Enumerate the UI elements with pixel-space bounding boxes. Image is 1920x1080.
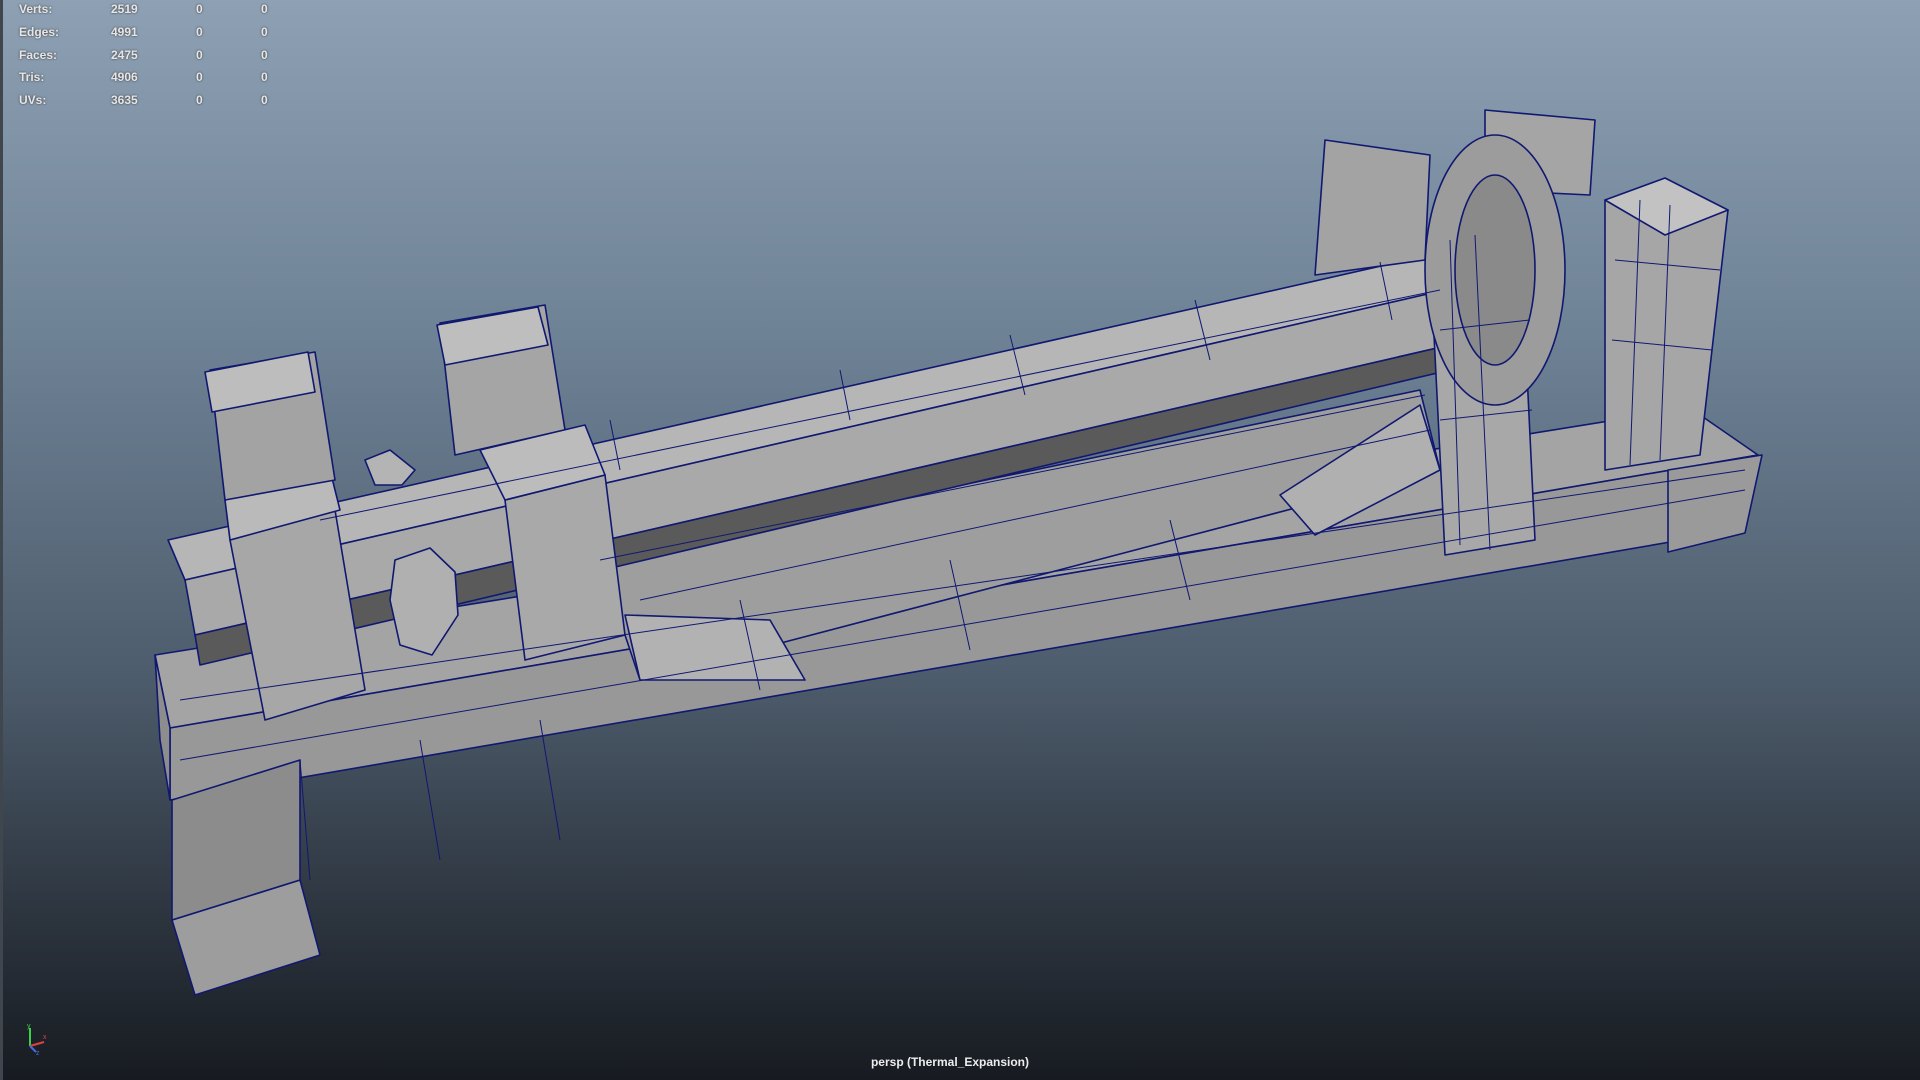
small-nut-top <box>364 449 416 486</box>
base-foot-right <box>1667 454 1763 553</box>
3d-viewport[interactable]: Verts: 2519 0 0 Edges: 4991 0 0 Faces: 2… <box>0 0 1920 1080</box>
axis-x-label: x <box>43 1034 47 1041</box>
back-post-a <box>1314 139 1431 276</box>
camera-name-label: persp (Thermal_Expansion) <box>870 1055 1030 1069</box>
middle-clamp-front <box>504 474 626 661</box>
axis-gizmo-icon: y x z <box>27 1023 47 1056</box>
axis-y-label: y <box>27 1023 31 1030</box>
thermal-ring-inner <box>1454 174 1536 366</box>
wireframe-mesh-model[interactable] <box>0 0 1920 1080</box>
